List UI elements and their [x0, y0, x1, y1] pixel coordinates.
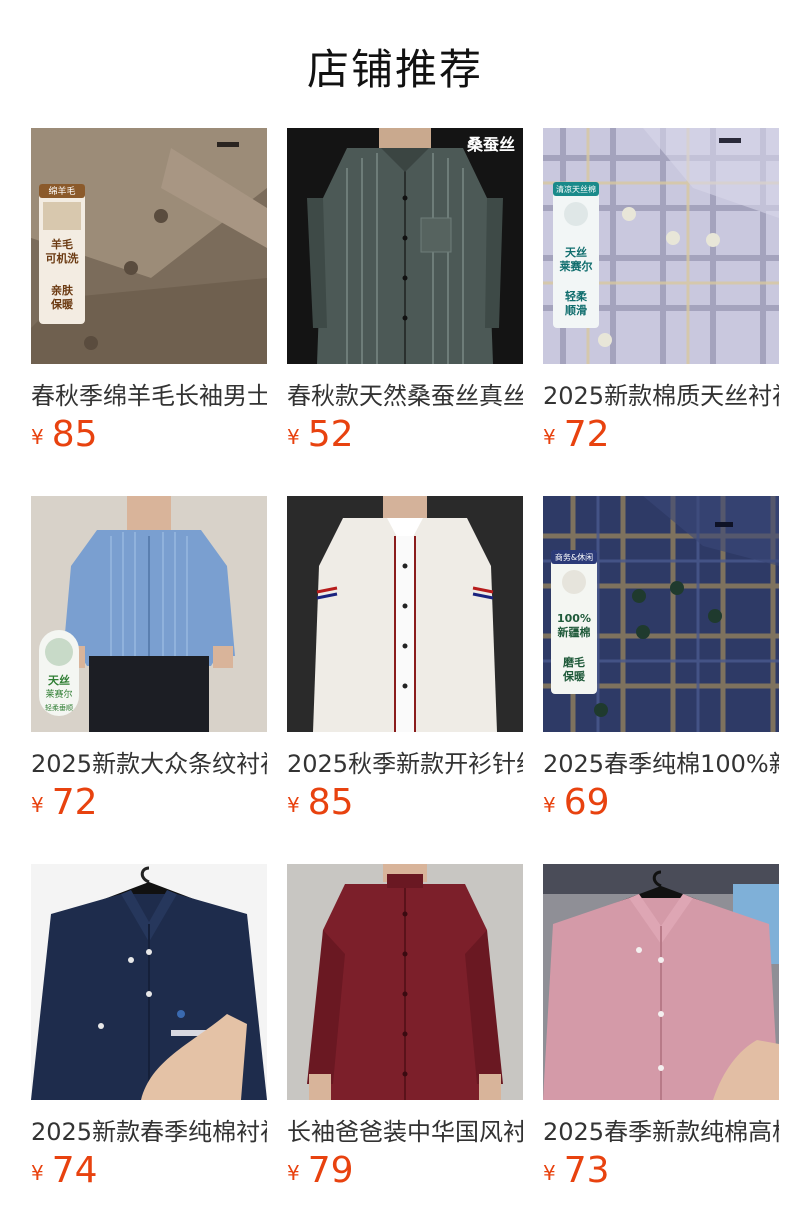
- product-name[interactable]: 2025春季新款纯棉高档衬衫: [543, 1112, 779, 1147]
- price-value: 52: [307, 414, 354, 455]
- blue-striped-shirt-image: 天丝 莱赛尔 轻柔垂顺: [31, 496, 267, 732]
- tag-text: 100%: [557, 612, 591, 625]
- burgundy-shirt-image: [287, 864, 523, 1100]
- product-name[interactable]: 2025春季纯棉100%新疆棉衬衫: [543, 744, 779, 779]
- product-card[interactable]: 2025新款春季纯棉衬衫 ¥74: [31, 864, 267, 1232]
- product-price: ¥72: [543, 414, 610, 455]
- tag-text: 羊毛: [51, 237, 73, 251]
- product-image[interactable]: 桑蚕丝: [287, 128, 523, 364]
- navy-shirt-hanger-image: [31, 864, 267, 1100]
- tag-text: 保暖: [50, 297, 74, 311]
- lavender-plaid-shirt-image: 清凉天丝棉 天丝 莱赛尔 轻柔 顺滑: [543, 128, 779, 364]
- product-card[interactable]: 2025春季新款纯棉高档衬衫 ¥73: [543, 864, 779, 1232]
- currency-symbol: ¥: [31, 1161, 44, 1185]
- tag-text: 天丝: [48, 673, 70, 687]
- currency-symbol: ¥: [287, 425, 300, 449]
- product-card[interactable]: 天丝 莱赛尔 轻柔垂顺 2025新款大众条纹衬衫 ¥72: [31, 496, 267, 864]
- product-price: ¥85: [31, 414, 98, 455]
- currency-symbol: ¥: [543, 793, 556, 817]
- tag-text: 可机洗: [46, 251, 79, 265]
- price-value: 72: [51, 782, 98, 823]
- currency-symbol: ¥: [31, 793, 44, 817]
- product-card[interactable]: 长袖爸爸装中华国风衬衫 ¥79: [287, 864, 523, 1232]
- section-title: 店铺推荐: [306, 45, 483, 94]
- tag-text: 莱赛尔: [560, 259, 593, 273]
- price-value: 85: [307, 782, 354, 823]
- product-price: ¥72: [31, 782, 98, 823]
- price-value: 74: [51, 1150, 98, 1191]
- product-image[interactable]: 绵羊毛 羊毛 可机洗 亲肤 保暖: [31, 128, 267, 364]
- product-card[interactable]: 清凉天丝棉 天丝 莱赛尔 轻柔 顺滑 2025新款棉质天丝衬衫 ¥72: [543, 128, 779, 496]
- tag-text: 轻柔垂顺: [45, 703, 73, 712]
- price-value: 79: [307, 1150, 354, 1191]
- currency-symbol: ¥: [31, 425, 44, 449]
- product-price: ¥85: [287, 782, 354, 823]
- price-value: 72: [563, 414, 610, 455]
- tag-text: 轻柔: [565, 289, 588, 303]
- tag-text: 桑蚕丝: [466, 135, 515, 154]
- product-grid: 绵羊毛 羊毛 可机洗 亲肤 保暖 春秋季绵羊毛长袖男士衬衫 ¥85: [31, 128, 779, 1232]
- navy-plaid-shirt-image: 商务&休闲 100% 新疆棉 磨毛 保暖: [543, 496, 779, 732]
- product-price: ¥69: [543, 782, 610, 823]
- tag-text: 天丝: [565, 245, 587, 259]
- tag-text: 顺滑: [565, 303, 587, 317]
- product-image[interactable]: [31, 864, 267, 1100]
- product-name[interactable]: 2025新款大众条纹衬衫: [31, 744, 267, 779]
- product-name[interactable]: 春秋款天然桑蚕丝真丝衬衫: [287, 376, 523, 411]
- product-card[interactable]: 商务&休闲 100% 新疆棉 磨毛 保暖 2025春季纯棉100%新疆棉衬衫 ¥…: [543, 496, 779, 864]
- tag-text: 磨毛: [562, 655, 585, 669]
- price-value: 85: [51, 414, 98, 455]
- product-image[interactable]: [287, 864, 523, 1100]
- currency-symbol: ¥: [287, 1161, 300, 1185]
- price-value: 73: [563, 1150, 610, 1191]
- grey-silk-shirt-image: 桑蚕丝: [287, 128, 523, 364]
- tag-text: 莱赛尔: [45, 688, 72, 700]
- product-price: ¥79: [287, 1150, 354, 1191]
- product-image[interactable]: 天丝 莱赛尔 轻柔垂顺: [31, 496, 267, 732]
- price-value: 69: [563, 782, 610, 823]
- product-image[interactable]: 清凉天丝棉 天丝 莱赛尔 轻柔 顺滑: [543, 128, 779, 364]
- product-card[interactable]: 桑蚕丝 春秋款天然桑蚕丝真丝衬衫 ¥52: [287, 128, 523, 496]
- product-price: ¥74: [31, 1150, 98, 1191]
- tag-text: 新疆棉: [558, 625, 591, 639]
- tag-text: 亲肤: [51, 283, 74, 297]
- product-name[interactable]: 2025新款棉质天丝衬衫: [543, 376, 779, 411]
- product-image[interactable]: [287, 496, 523, 732]
- product-card[interactable]: 2025秋季新款开衫针织衫 ¥85: [287, 496, 523, 864]
- product-price: ¥73: [543, 1150, 610, 1191]
- tan-wool-shirt-image: 绵羊毛 羊毛 可机洗 亲肤 保暖: [31, 128, 267, 364]
- product-name[interactable]: 2025新款春季纯棉衬衫: [31, 1112, 267, 1147]
- currency-symbol: ¥: [543, 1161, 556, 1185]
- product-price: ¥52: [287, 414, 354, 455]
- product-card[interactable]: 绵羊毛 羊毛 可机洗 亲肤 保暖 春秋季绵羊毛长袖男士衬衫 ¥85: [31, 128, 267, 496]
- currency-symbol: ¥: [287, 793, 300, 817]
- tag-text: 绵羊毛: [48, 185, 75, 197]
- product-image[interactable]: 商务&休闲 100% 新疆棉 磨毛 保暖: [543, 496, 779, 732]
- product-name[interactable]: 2025秋季新款开衫针织衫: [287, 744, 523, 779]
- white-cardigan-image: [287, 496, 523, 732]
- product-name[interactable]: 春秋季绵羊毛长袖男士衬衫: [31, 376, 267, 411]
- pink-shirt-hanger-image: [543, 864, 779, 1100]
- tag-text: 保暖: [562, 669, 586, 683]
- product-image[interactable]: [543, 864, 779, 1100]
- currency-symbol: ¥: [543, 425, 556, 449]
- tag-text: 清凉天丝棉: [556, 184, 596, 194]
- product-name[interactable]: 长袖爸爸装中华国风衬衫: [287, 1112, 523, 1147]
- tag-text: 商务&休闲: [555, 552, 593, 562]
